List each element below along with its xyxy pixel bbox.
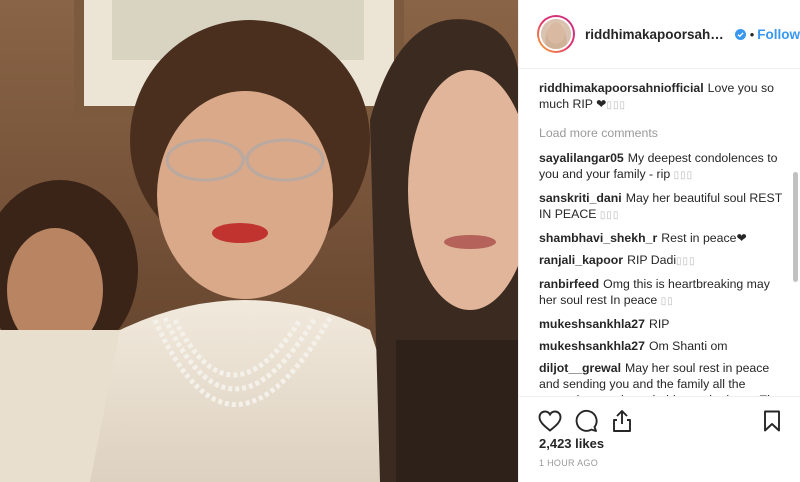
comment-emoji: ▯▯▯	[599, 210, 620, 221]
comment-username[interactable]: shambhavi_shekh_r	[539, 231, 657, 245]
post-header: riddhimakapoorsahnioff... • Follow	[519, 0, 800, 69]
comment-item: diljot__grewal May her soul rest in peace…	[539, 360, 789, 396]
comment-text: Rest in peace❤	[661, 231, 747, 245]
caption-emoji: ▯▯▯	[606, 100, 626, 111]
likes-count[interactable]: 2,423 likes	[539, 436, 604, 451]
comment-username[interactable]: diljot__grewal	[539, 361, 621, 375]
comment-text: Om Shanti om	[648, 339, 728, 353]
comment-username[interactable]: ranbirfeed	[539, 277, 599, 291]
comment-username[interactable]: mukeshsankhla27	[539, 317, 645, 331]
share-icon	[613, 409, 631, 432]
comment-emoji: ▯▯	[660, 296, 674, 307]
comment-emoji: ▯▯▯	[676, 256, 696, 267]
post-side-panel: riddhimakapoorsahnioff... • Follow riddh…	[518, 0, 800, 482]
avatar[interactable]	[537, 15, 575, 53]
like-button[interactable]	[537, 408, 563, 434]
share-button[interactable]	[609, 408, 635, 434]
comment-item: mukeshsankhla27 RIP	[539, 316, 789, 332]
comment-username[interactable]: ranjali_kapoor	[539, 253, 623, 267]
post-actions	[519, 396, 800, 436]
save-button[interactable]	[759, 408, 785, 434]
comment-item: ranjali_kapoor RIP Dadi▯▯▯	[539, 252, 789, 270]
comment-username[interactable]: mukeshsankhla27	[539, 339, 645, 353]
follow-button[interactable]: Follow	[757, 27, 800, 42]
scrollbar-thumb[interactable]	[793, 172, 798, 282]
comment-item: shambhavi_shekh_r Rest in peace❤	[539, 230, 789, 246]
heart-icon	[538, 410, 562, 432]
post-caption: riddhimakapoorsahniofficial Love you so m…	[539, 80, 789, 114]
comments-scrollbar[interactable]	[792, 72, 798, 394]
comments-list[interactable]: riddhimakapoorsahniofficial Love you so m…	[519, 70, 800, 396]
comment-username[interactable]: sanskriti_dani	[539, 191, 622, 205]
comment-button[interactable]	[573, 408, 599, 434]
photo-illustration	[0, 0, 518, 482]
comment-item: mukeshsankhla27 Om Shanti om	[539, 338, 789, 354]
bookmark-icon	[764, 410, 780, 431]
comment-item: sayalilangar05 My deepest condolences to …	[539, 150, 789, 184]
load-more-comments-button[interactable]: Load more comments	[539, 126, 789, 140]
post-photo[interactable]	[0, 0, 518, 482]
header-username[interactable]: riddhimakapoorsahnioff...	[585, 27, 732, 42]
verified-badge-icon	[734, 28, 746, 40]
comment-emoji: ▯▯▯	[673, 170, 694, 181]
comment-bubble-icon	[575, 409, 598, 432]
comment-text: RIP	[648, 317, 670, 331]
header-separator: •	[749, 26, 755, 42]
caption-username[interactable]: riddhimakapoorsahniofficial	[539, 81, 704, 95]
post-timestamp[interactable]: 1 HOUR AGO	[539, 458, 598, 468]
comment-username[interactable]: sayalilangar05	[539, 151, 624, 165]
comment-text: RIP Dadi	[627, 253, 677, 267]
comment-item: ranbirfeed Omg this is heartbreaking may …	[539, 276, 789, 310]
comment-item: sanskriti_dani May her beautiful soul RES…	[539, 190, 789, 224]
